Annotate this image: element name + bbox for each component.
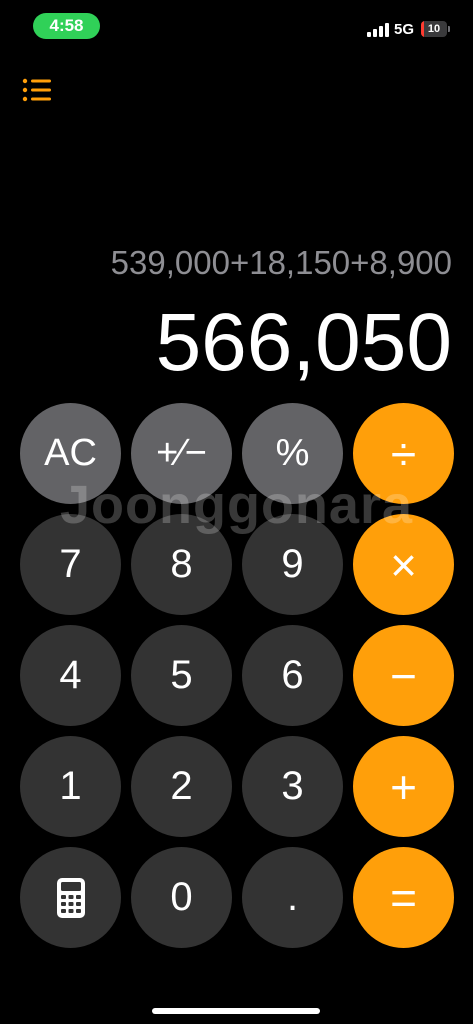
digit-0-button[interactable]: 0 <box>131 847 232 948</box>
status-time[interactable]: 4:58 <box>33 13 100 39</box>
expression-display: 539,000+18,150+8,900 <box>110 244 452 281</box>
plus-minus-button[interactable]: +∕− <box>131 403 232 504</box>
decimal-button[interactable]: . <box>242 847 343 948</box>
home-indicator[interactable] <box>152 1008 320 1014</box>
digit-2-button[interactable]: 2 <box>131 736 232 837</box>
status-bar: 4:58 5G 10 <box>0 0 473 50</box>
cellular-signal-icon <box>367 23 389 37</box>
digit-5-button[interactable]: 5 <box>131 625 232 726</box>
battery-icon: 10 <box>421 21 447 37</box>
battery-level: 10 <box>427 23 441 35</box>
calculator-mode-button[interactable] <box>20 847 121 948</box>
plus-button[interactable]: + <box>353 736 454 837</box>
equals-button[interactable]: = <box>353 847 454 948</box>
minus-button[interactable]: − <box>353 625 454 726</box>
multiply-button[interactable]: × <box>353 514 454 615</box>
digit-3-button[interactable]: 3 <box>242 736 343 837</box>
keypad: AC +∕− % ÷ 7 8 9 × 4 5 6 − 1 2 3 + 0 . = <box>20 403 454 948</box>
all-clear-button[interactable]: AC <box>20 403 121 504</box>
divide-button[interactable]: ÷ <box>353 403 454 504</box>
digit-9-button[interactable]: 9 <box>242 514 343 615</box>
history-list-icon[interactable] <box>22 78 52 102</box>
result-display: 566,050 <box>155 297 452 388</box>
digit-4-button[interactable]: 4 <box>20 625 121 726</box>
network-type: 5G <box>394 21 415 38</box>
digit-8-button[interactable]: 8 <box>131 514 232 615</box>
percent-button[interactable]: % <box>242 403 343 504</box>
calculator-icon <box>56 877 85 918</box>
digit-1-button[interactable]: 1 <box>20 736 121 837</box>
digit-6-button[interactable]: 6 <box>242 625 343 726</box>
digit-7-button[interactable]: 7 <box>20 514 121 615</box>
battery-tip <box>448 26 450 32</box>
